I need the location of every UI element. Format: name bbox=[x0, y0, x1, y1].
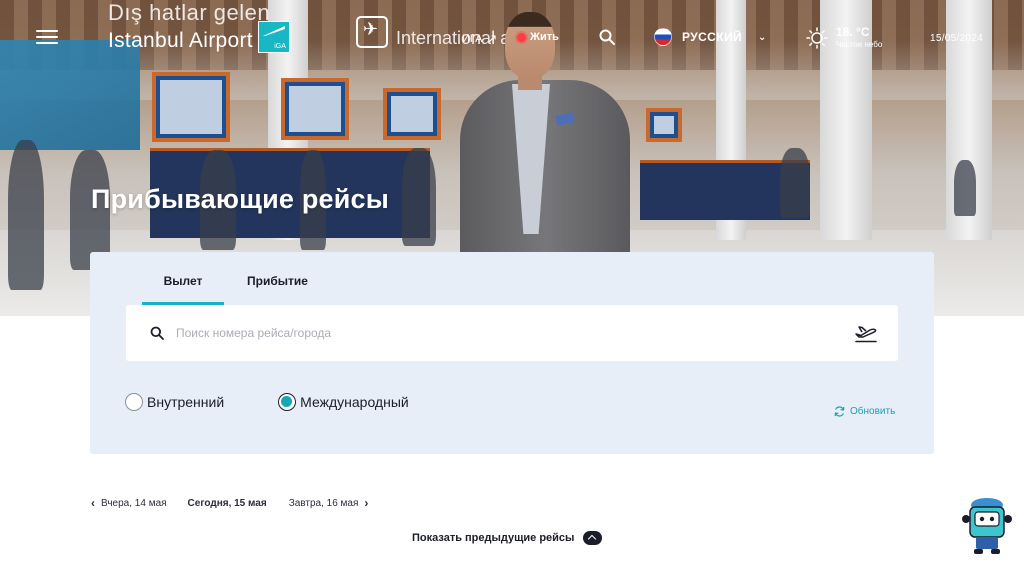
tab-departures[interactable]: Вылет bbox=[142, 274, 224, 305]
logo-text: Istanbul Airport bbox=[108, 29, 253, 52]
iga-link-label: ИГА bbox=[462, 33, 483, 45]
day-today-button[interactable]: Сегодня, 15 мая bbox=[188, 498, 267, 509]
sun-icon bbox=[806, 27, 828, 49]
refresh-label: Обновить bbox=[850, 406, 896, 417]
iga-logo-icon: iGA bbox=[257, 21, 290, 53]
weather-widget: 18. °C Чистое небо bbox=[806, 25, 882, 49]
day-navigation: ‹ Вчера, 14 мая Сегодня, 15 мая Завтра, … bbox=[91, 496, 368, 510]
menu-icon bbox=[36, 30, 58, 32]
chevron-up-icon bbox=[583, 531, 603, 545]
weather-temperature: 18. °C bbox=[836, 25, 870, 39]
show-previous-flights-button[interactable]: Показать предыдущие рейсы bbox=[412, 531, 603, 545]
radio-international-indicator bbox=[278, 393, 297, 411]
flight-tabs: Вылет Прибытие bbox=[142, 274, 308, 305]
flight-search-input[interactable] bbox=[176, 322, 816, 344]
language-selector[interactable]: РУССКИЙ ⌄ bbox=[654, 28, 767, 46]
radio-international[interactable]: Международный bbox=[278, 393, 409, 411]
radio-domestic-indicator bbox=[125, 393, 143, 411]
arrivals-sign-icon bbox=[356, 16, 388, 48]
chevron-left-icon: ‹ bbox=[91, 496, 95, 510]
radio-domestic-label: Внутренний bbox=[147, 394, 225, 410]
flight-type-group: Внутренний Международный bbox=[125, 393, 409, 411]
show-previous-label: Показать предыдущие рейсы bbox=[412, 532, 575, 544]
header-date: 15/05/2024 bbox=[930, 33, 984, 44]
chevron-down-icon: ⌄ bbox=[758, 31, 767, 43]
live-link[interactable]: Жить bbox=[517, 31, 559, 43]
radio-domestic[interactable]: Внутренний bbox=[125, 393, 224, 411]
external-link-icon: ↗ bbox=[486, 31, 498, 46]
day-next-label: Завтра, 16 мая bbox=[288, 497, 359, 509]
radio-international-label: Международный bbox=[300, 394, 409, 410]
weather-condition: Чистое небо bbox=[836, 40, 883, 49]
search-icon bbox=[150, 326, 164, 340]
day-next-button[interactable]: Завтра, 16 мая › bbox=[289, 496, 369, 510]
iga-link[interactable]: ИГА ↗ bbox=[462, 31, 497, 47]
live-link-label: Жить bbox=[530, 31, 559, 43]
language-label: РУССКИЙ bbox=[682, 30, 743, 44]
search-icon[interactable] bbox=[599, 29, 615, 45]
russia-flag-icon bbox=[654, 28, 672, 46]
chevron-right-icon: › bbox=[364, 496, 369, 510]
assistant-robot-icon[interactable] bbox=[962, 497, 1012, 555]
hero-ad-wall bbox=[0, 40, 140, 150]
tab-arrivals[interactable]: Прибытие bbox=[247, 274, 308, 305]
plane-departure-icon[interactable] bbox=[854, 322, 878, 344]
flight-search-box bbox=[126, 305, 898, 361]
day-prev-button[interactable]: ‹ Вчера, 14 мая bbox=[91, 496, 167, 510]
flight-search-panel: Вылет Прибытие Внутренний Международный bbox=[90, 252, 934, 454]
live-indicator-icon bbox=[517, 32, 526, 42]
refresh-icon bbox=[834, 406, 845, 417]
day-prev-label: Вчера, 14 мая bbox=[101, 497, 167, 509]
menu-button[interactable] bbox=[36, 30, 58, 46]
refresh-button[interactable]: Обновить bbox=[834, 406, 895, 417]
logo[interactable]: Istanbul Airport iGA bbox=[108, 21, 290, 53]
page-title: Прибывающие рейсы bbox=[91, 184, 390, 214]
